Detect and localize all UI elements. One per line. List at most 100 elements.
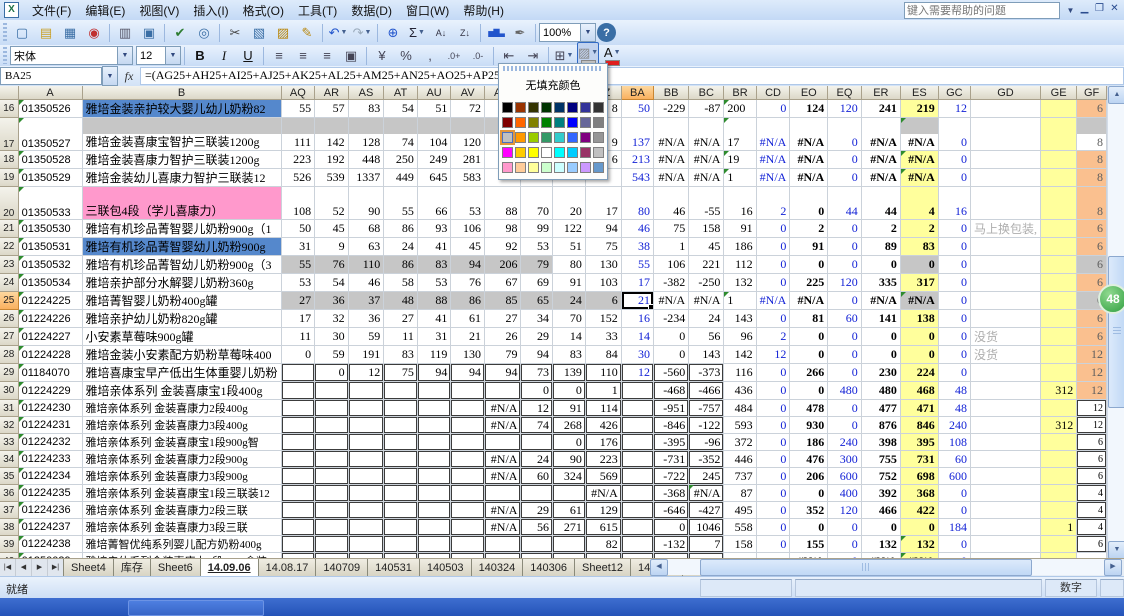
cell-AQ37[interactable] xyxy=(282,502,316,519)
cell-AU29[interactable]: 94 xyxy=(418,364,452,382)
cell-AZ32[interactable]: 426 xyxy=(586,417,622,434)
cell-AQ32[interactable] xyxy=(282,417,316,434)
cell-BA38[interactable] xyxy=(622,519,654,536)
cell-AT21[interactable]: 86 xyxy=(384,220,418,238)
cell-BC38[interactable]: 1046 xyxy=(689,519,724,536)
cell-BR24[interactable]: 132 xyxy=(724,274,756,292)
cell-AX26[interactable]: 34 xyxy=(521,310,553,328)
cell-CD19[interactable]: #N/A xyxy=(757,169,791,187)
cell-BB34[interactable]: -731 xyxy=(654,451,689,468)
cell-ES21[interactable]: 2 xyxy=(901,220,939,238)
cell-EO36[interactable]: 0 xyxy=(790,485,828,502)
cell-AR32[interactable] xyxy=(315,417,349,434)
cell-EO29[interactable]: 266 xyxy=(790,364,828,382)
cell-EO31[interactable]: 478 xyxy=(790,400,828,417)
cell-GD35[interactable] xyxy=(971,468,1041,485)
cell-CD22[interactable]: 0 xyxy=(757,238,791,256)
italic-icon[interactable]: I xyxy=(213,45,235,66)
cell-A29[interactable]: 01184070 xyxy=(19,364,83,382)
cell-AT17[interactable]: 74 xyxy=(384,118,418,151)
color-swatch-CCFFFF[interactable] xyxy=(554,162,565,173)
cell-BR18[interactable]: 19 xyxy=(724,151,756,169)
cell-AS33[interactable] xyxy=(349,434,385,451)
cell-AY32[interactable]: 268 xyxy=(553,417,586,434)
cell-GD27[interactable]: 没货 xyxy=(971,328,1041,346)
cell-AR31[interactable] xyxy=(315,400,349,417)
cell-A21[interactable]: 01350530 xyxy=(19,220,83,238)
cell-AS34[interactable] xyxy=(349,451,385,468)
cell-AS19[interactable]: 1337 xyxy=(349,169,385,187)
cell-BA37[interactable] xyxy=(622,502,654,519)
cell-ES25[interactable]: #N/A xyxy=(901,292,939,310)
cell-B24[interactable]: 雅培亲护部分水解婴儿奶粉360g xyxy=(83,274,282,292)
cell-AV17[interactable]: 120 xyxy=(451,118,485,151)
cell-EQ35[interactable]: 600 xyxy=(828,468,862,485)
cell-GF18[interactable]: 8 xyxy=(1077,151,1107,169)
cell-AX34[interactable]: 24 xyxy=(521,451,553,468)
cell-AZ22[interactable]: 75 xyxy=(586,238,622,256)
cell-B22[interactable]: 雅培有机珍品菁智婴幼儿奶粉900g xyxy=(83,238,282,256)
cell-GF28[interactable]: 12 xyxy=(1077,346,1107,364)
formula-input[interactable]: =(AG25+AH25+AI25+AJ25+AK25+AL25+AM25+AN2… xyxy=(140,67,1124,85)
cell-GC29[interactable]: 0 xyxy=(939,364,971,382)
merge-center-icon[interactable]: ▣ xyxy=(340,45,362,66)
cell-AU25[interactable]: 88 xyxy=(418,292,452,310)
cell-BR23[interactable]: 112 xyxy=(724,256,756,274)
cell-GD26[interactable] xyxy=(971,310,1041,328)
cell-B23[interactable]: 雅培有机珍品菁智幼儿奶粉900g（3 xyxy=(83,256,282,274)
cell-BR25[interactable]: 1 xyxy=(724,292,756,310)
cell-AW38[interactable]: #N/A xyxy=(485,519,522,536)
sheet-tab-14.09.06[interactable]: 14.09.06 xyxy=(200,559,259,577)
cell-EQ22[interactable]: 0 xyxy=(828,238,862,256)
cell-EO39[interactable]: 155 xyxy=(790,536,828,553)
cell-BR26[interactable]: 143 xyxy=(724,310,756,328)
cell-GE33[interactable] xyxy=(1041,434,1077,451)
cell-BC36[interactable]: #N/A xyxy=(689,485,724,502)
cell-B32[interactable]: 雅培亲体系列 金装喜康力3段400g xyxy=(83,417,282,434)
cell-AY28[interactable]: 83 xyxy=(553,346,586,364)
cell-GD23[interactable] xyxy=(971,256,1041,274)
print-preview-icon[interactable]: ▣ xyxy=(138,22,160,43)
cell-AR20[interactable]: 52 xyxy=(315,187,349,220)
cell-BC30[interactable]: -466 xyxy=(689,382,724,400)
cell-CD30[interactable]: 0 xyxy=(757,382,791,400)
column-header-GC[interactable]: GC xyxy=(939,86,971,100)
row-header-33[interactable]: 33 xyxy=(0,434,19,451)
cell-AQ31[interactable] xyxy=(282,400,316,417)
color-swatch-FF00FF[interactable] xyxy=(502,147,513,158)
cell-AZ39[interactable]: 82 xyxy=(586,536,622,553)
cell-BC26[interactable]: 24 xyxy=(689,310,724,328)
cell-GD37[interactable] xyxy=(971,502,1041,519)
cell-B17[interactable]: 雅培金装喜康宝智护三联装1200g xyxy=(83,118,282,151)
cell-GE24[interactable] xyxy=(1041,274,1077,292)
cell-AU22[interactable]: 41 xyxy=(418,238,452,256)
name-box-dropdown-icon[interactable]: ▼ xyxy=(102,66,118,86)
cell-A20[interactable]: 01350533 xyxy=(19,187,83,220)
cell-ER20[interactable]: 44 xyxy=(862,187,901,220)
cell-CD24[interactable]: 0 xyxy=(757,274,791,292)
cell-ES28[interactable]: 0 xyxy=(901,346,939,364)
cell-ES29[interactable]: 224 xyxy=(901,364,939,382)
cell-AW20[interactable]: 88 xyxy=(485,187,522,220)
cell-BC29[interactable]: -373 xyxy=(689,364,724,382)
font-size-dropdown-icon[interactable]: ▼ xyxy=(165,47,180,64)
cell-AU19[interactable]: 645 xyxy=(418,169,452,187)
print-icon[interactable]: ▥ xyxy=(114,22,136,43)
paste-icon[interactable]: ▨ xyxy=(272,22,294,43)
cell-GC23[interactable]: 0 xyxy=(939,256,971,274)
cell-ER33[interactable]: 398 xyxy=(862,434,901,451)
row-header-29[interactable]: 29 xyxy=(0,364,19,382)
cell-AT18[interactable]: 250 xyxy=(384,151,418,169)
cell-A39[interactable]: 01224238 xyxy=(19,536,83,553)
cell-GF29[interactable]: 12 xyxy=(1077,364,1107,382)
cell-AR16[interactable]: 57 xyxy=(315,100,349,118)
cell-ER29[interactable]: 230 xyxy=(862,364,901,382)
open-icon[interactable]: ▤ xyxy=(35,22,57,43)
cell-GD18[interactable] xyxy=(971,151,1041,169)
row-header-37[interactable]: 37 xyxy=(0,502,19,519)
color-swatch-C0C0C0[interactable] xyxy=(593,147,604,158)
taskbar-button[interactable] xyxy=(128,600,264,616)
column-header-GE[interactable]: GE xyxy=(1041,86,1077,100)
cell-AR25[interactable]: 36 xyxy=(315,292,349,310)
cell-BC35[interactable]: 245 xyxy=(689,468,724,485)
